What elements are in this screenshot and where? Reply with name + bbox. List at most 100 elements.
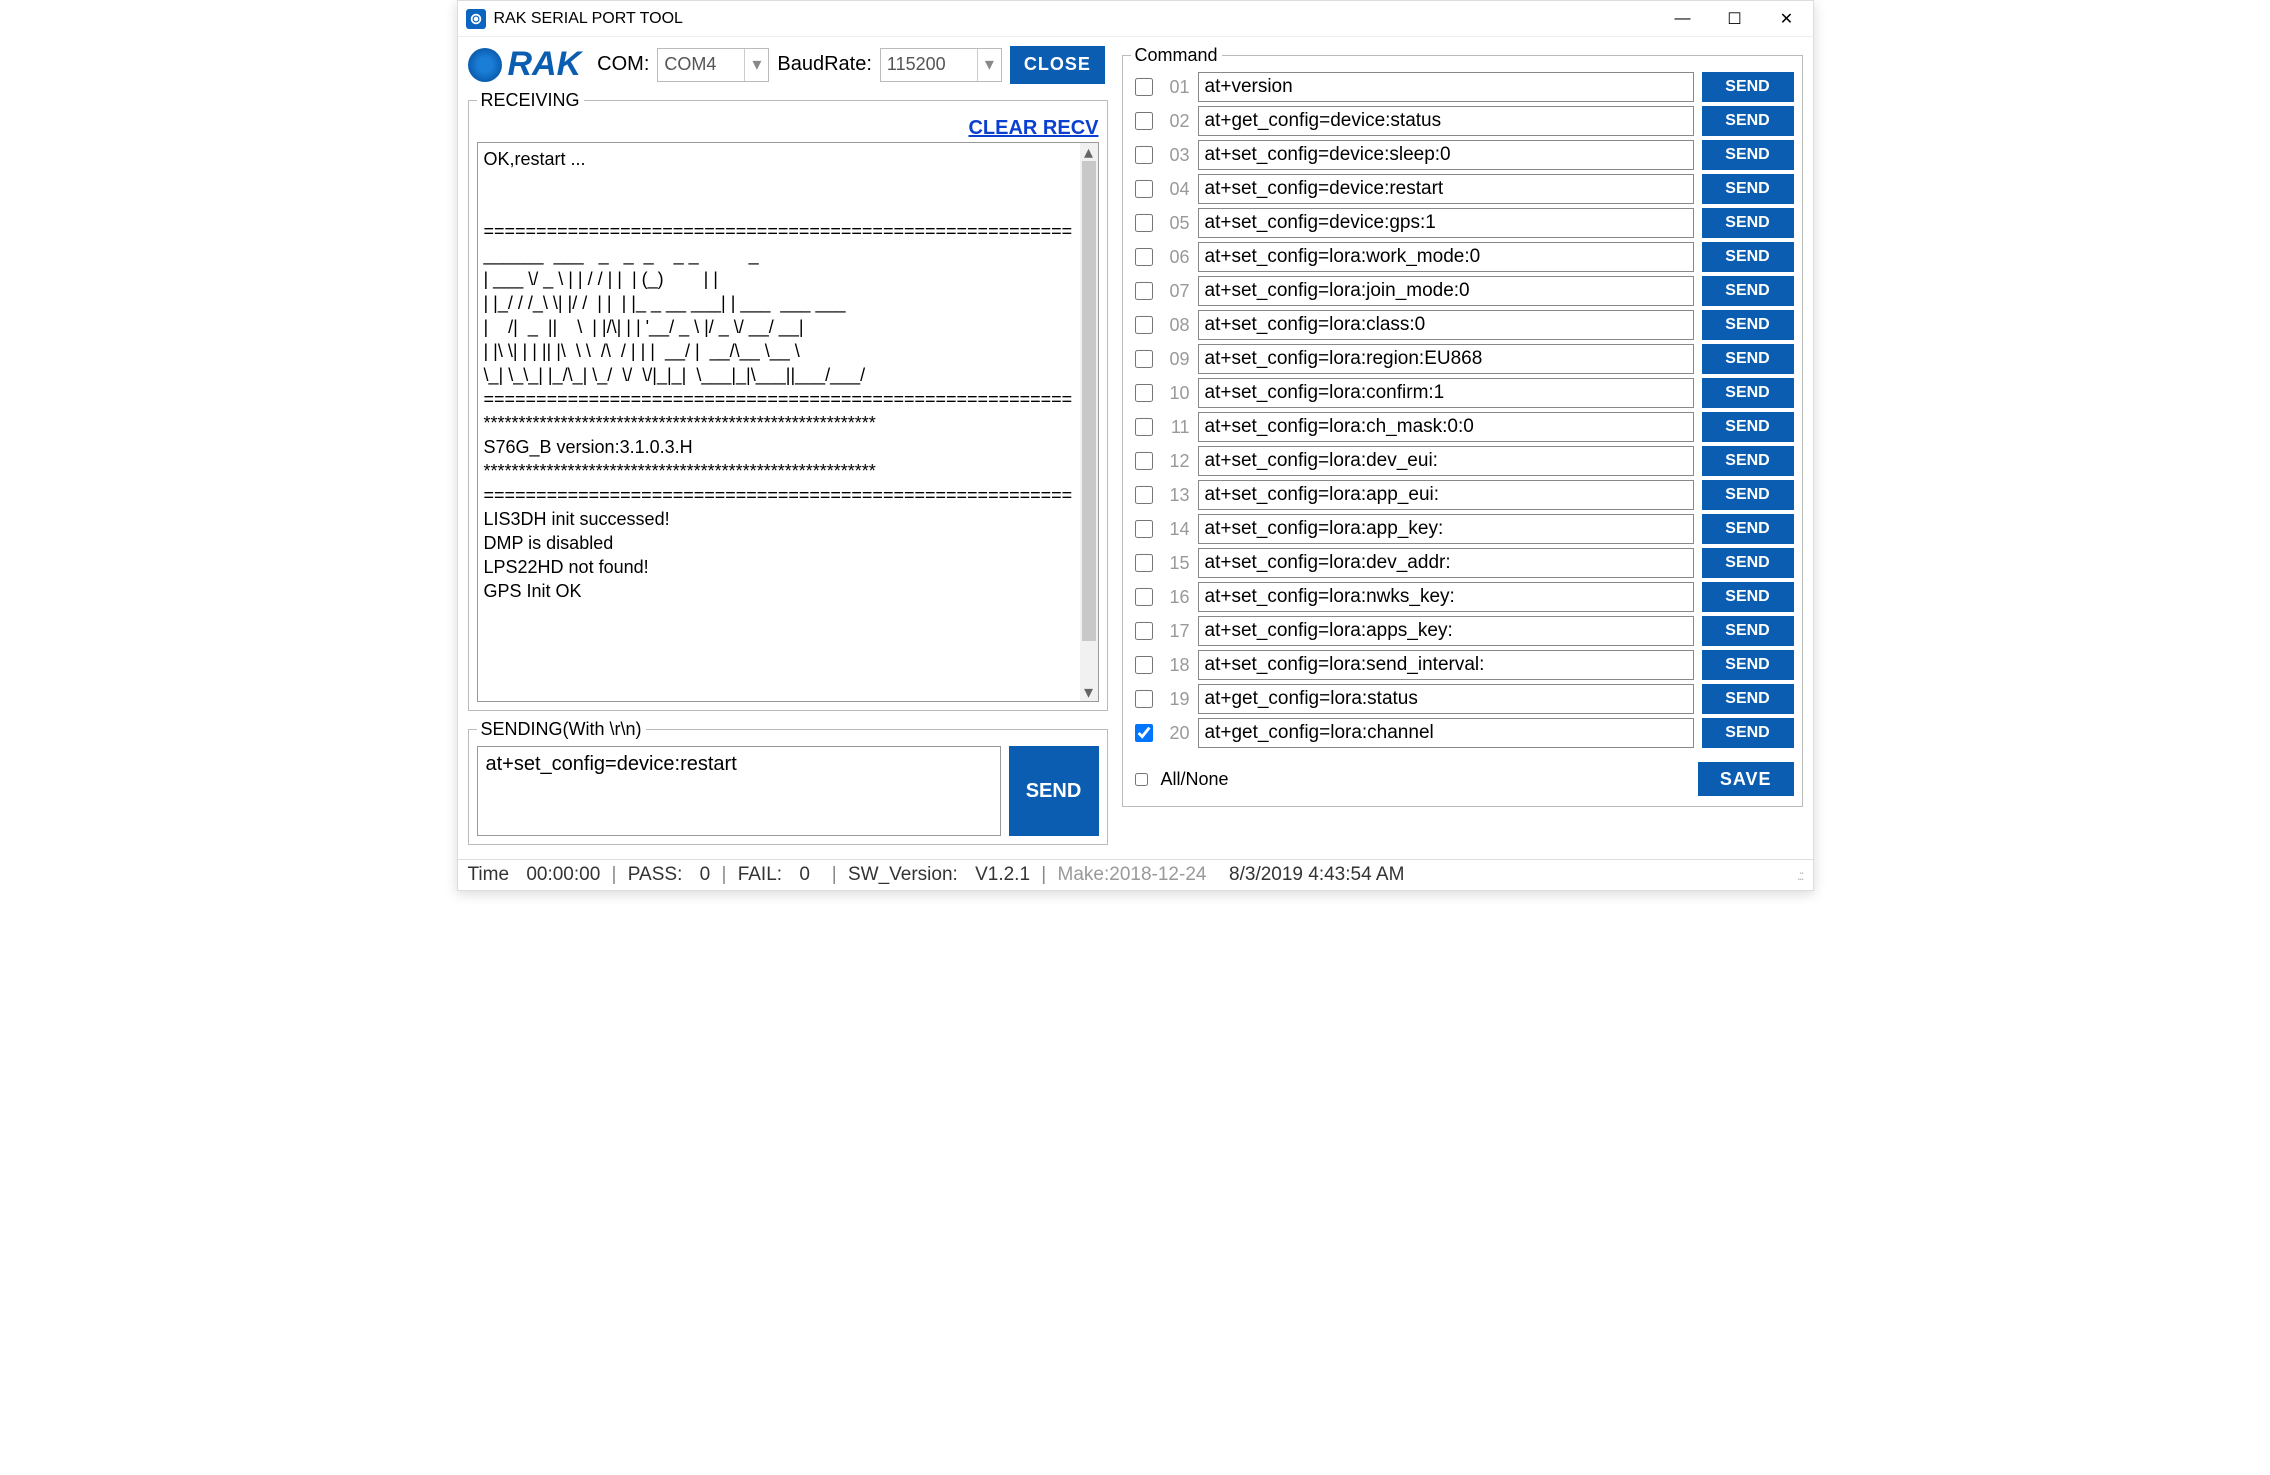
com-value[interactable] [658,49,744,81]
send-button[interactable]: SEND [1009,746,1099,836]
baud-label: BaudRate: [777,53,872,76]
command-number: 08 [1164,315,1190,336]
scroll-up-icon[interactable]: ▴ [1080,143,1098,161]
command-number: 07 [1164,281,1190,302]
status-fail-label: FAIL: [738,864,782,886]
command-checkbox[interactable] [1135,554,1153,572]
command-input[interactable] [1198,276,1694,306]
receiving-text: OK,restart ... =========================… [478,143,1098,701]
command-send-button[interactable]: SEND [1702,684,1794,714]
chevron-down-icon[interactable]: ▾ [744,49,768,81]
command-send-button[interactable]: SEND [1702,242,1794,272]
command-input[interactable] [1198,378,1694,408]
command-checkbox[interactable] [1135,622,1153,640]
command-input[interactable] [1198,106,1694,136]
command-input[interactable] [1198,480,1694,510]
command-send-button[interactable]: SEND [1702,582,1794,612]
command-send-button[interactable]: SEND [1702,514,1794,544]
status-make: Make:2018-12-24 [1058,864,1207,886]
logo-text: RAK [508,45,582,84]
command-checkbox[interactable] [1135,452,1153,470]
minimize-button[interactable]: — [1657,1,1709,37]
command-input[interactable] [1198,174,1694,204]
command-send-button[interactable]: SEND [1702,548,1794,578]
command-input[interactable] [1198,650,1694,680]
connection-toolbar: RAK COM: ▾ BaudRate: ▾ CLOSE [468,45,1108,84]
command-input[interactable] [1198,616,1694,646]
command-input[interactable] [1198,684,1694,714]
baud-select[interactable]: ▾ [880,48,1002,82]
status-pass-label: PASS: [628,864,683,886]
command-row: 14SEND [1131,514,1794,544]
command-checkbox[interactable] [1135,384,1153,402]
command-number: 19 [1164,689,1190,710]
resize-grip-icon[interactable]: .:: [1797,867,1803,883]
command-input[interactable] [1198,582,1694,612]
scroll-down-icon[interactable]: ▾ [1080,683,1098,701]
command-input[interactable] [1198,514,1694,544]
command-checkbox[interactable] [1135,690,1153,708]
logo-icon [468,48,502,82]
command-checkbox[interactable] [1135,350,1153,368]
command-input[interactable] [1198,242,1694,272]
command-send-button[interactable]: SEND [1702,446,1794,476]
command-number: 13 [1164,485,1190,506]
command-input[interactable] [1198,344,1694,374]
maximize-button[interactable]: ☐ [1709,1,1761,37]
command-checkbox[interactable] [1135,316,1153,334]
command-send-button[interactable]: SEND [1702,72,1794,102]
all-none-checkbox[interactable] [1135,773,1148,786]
command-send-button[interactable]: SEND [1702,208,1794,238]
com-select[interactable]: ▾ [657,48,769,82]
command-checkbox[interactable] [1135,146,1153,164]
command-checkbox[interactable] [1135,520,1153,538]
scroll-thumb[interactable] [1082,161,1096,641]
command-send-button[interactable]: SEND [1702,276,1794,306]
command-send-button[interactable]: SEND [1702,174,1794,204]
command-checkbox[interactable] [1135,248,1153,266]
command-send-button[interactable]: SEND [1702,344,1794,374]
command-number: 20 [1164,723,1190,744]
command-checkbox[interactable] [1135,724,1153,742]
command-send-button[interactable]: SEND [1702,140,1794,170]
command-input[interactable] [1198,208,1694,238]
command-input[interactable] [1198,548,1694,578]
command-checkbox[interactable] [1135,78,1153,96]
command-checkbox[interactable] [1135,282,1153,300]
sending-input[interactable]: at+set_config=device:restart [477,746,1001,836]
command-send-button[interactable]: SEND [1702,106,1794,136]
command-checkbox[interactable] [1135,418,1153,436]
command-send-button[interactable]: SEND [1702,650,1794,680]
clear-recv-link[interactable]: CLEAR RECV [968,117,1098,140]
command-input[interactable] [1198,310,1694,340]
command-input[interactable] [1198,140,1694,170]
command-number: 06 [1164,247,1190,268]
command-send-button[interactable]: SEND [1702,616,1794,646]
command-input[interactable] [1198,412,1694,442]
command-row: 11SEND [1131,412,1794,442]
command-input[interactable] [1198,718,1694,748]
receiving-textarea[interactable]: OK,restart ... =========================… [477,142,1099,702]
command-send-button[interactable]: SEND [1702,480,1794,510]
command-send-button[interactable]: SEND [1702,310,1794,340]
command-send-button[interactable]: SEND [1702,412,1794,442]
command-checkbox[interactable] [1135,180,1153,198]
command-checkbox[interactable] [1135,214,1153,232]
command-number: 02 [1164,111,1190,132]
command-checkbox[interactable] [1135,112,1153,130]
command-send-button[interactable]: SEND [1702,378,1794,408]
save-button[interactable]: SAVE [1698,762,1794,796]
command-checkbox[interactable] [1135,486,1153,504]
command-input[interactable] [1198,446,1694,476]
close-port-button[interactable]: CLOSE [1010,46,1105,84]
command-send-button[interactable]: SEND [1702,718,1794,748]
sending-legend: SENDING(With \r\n) [477,719,646,740]
command-legend: Command [1131,45,1222,66]
command-checkbox[interactable] [1135,656,1153,674]
chevron-down-icon[interactable]: ▾ [977,49,1001,81]
close-window-button[interactable]: ✕ [1761,1,1813,37]
scrollbar[interactable]: ▴ ▾ [1080,143,1098,701]
command-input[interactable] [1198,72,1694,102]
command-checkbox[interactable] [1135,588,1153,606]
baud-value[interactable] [881,49,977,81]
